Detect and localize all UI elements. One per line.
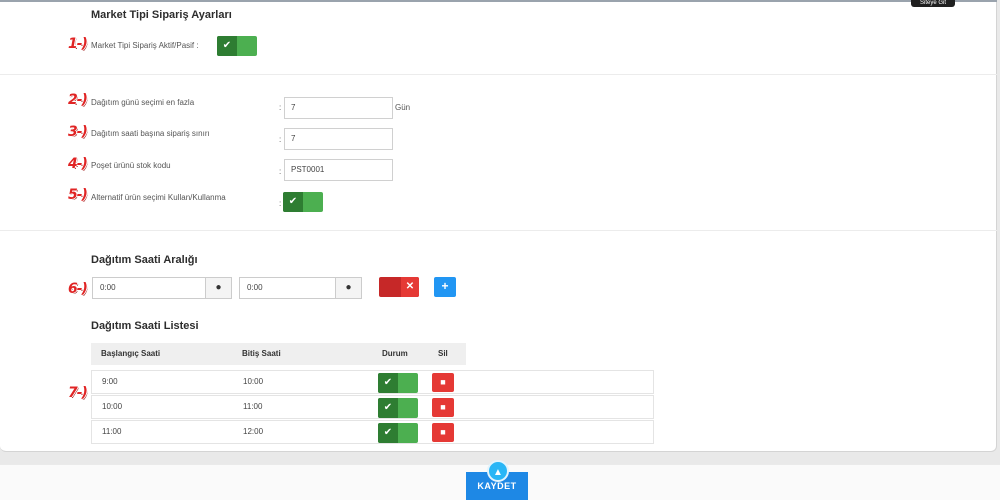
list-title: Dağıtım Saati Listesi [91, 320, 199, 332]
trash-icon: ■ [440, 377, 446, 387]
marker-7: 7-) [68, 385, 88, 401]
add-range-button[interactable]: + [434, 277, 456, 297]
table-row: 10:00 11:00 ✔ ■ [91, 395, 654, 419]
end-time-value: 0:00 [247, 283, 263, 292]
alt-product-label: Alternatif ürün seçimi Kullan/Kullanma [91, 193, 226, 202]
table-row: 11:00 12:00 ✔ ■ [91, 420, 654, 444]
marker-1: 1-) [68, 36, 88, 52]
check-icon: ✔ [378, 373, 398, 393]
colon: : [279, 167, 282, 176]
start-time-value: 0:00 [100, 283, 116, 292]
end-time-cell: 12:00 [243, 427, 264, 436]
check-icon: ✔ [378, 423, 398, 443]
divider [0, 230, 997, 231]
check-icon: ✔ [378, 398, 398, 418]
end-time-cell: 11:00 [243, 402, 263, 411]
start-time-cell: 10:00 [102, 402, 123, 411]
marker-2: 2-) [68, 92, 88, 108]
site-link-tooltip: Siteye Git [911, 0, 955, 7]
clock-icon[interactable]: ● [205, 278, 231, 298]
check-icon: ✔ [217, 36, 237, 56]
chevron-up-icon: ▲ [493, 467, 503, 478]
column-delete: Sil [438, 349, 448, 358]
trash-icon: ■ [440, 402, 446, 412]
column-end: Bitiş Saati [242, 349, 281, 358]
day-unit-label: Gün [395, 103, 411, 112]
order-limit-input[interactable]: 7 [284, 128, 393, 150]
row-status-toggle[interactable]: ✔ [378, 423, 418, 443]
column-start: Başlangıç Saati [101, 349, 161, 358]
close-icon: ✕ [401, 277, 419, 297]
divider [0, 74, 997, 75]
start-time-input[interactable]: 0:00 ● [92, 277, 232, 299]
table-header: Başlangıç Saati Bitiş Saati Durum Sil [91, 343, 466, 365]
clock-icon[interactable]: ● [335, 278, 361, 298]
market-active-toggle[interactable]: ✔ [217, 36, 257, 56]
range-title: Dağıtım Saati Aralığı [91, 254, 198, 266]
end-time-cell: 10:00 [243, 377, 264, 386]
marker-4: 4-) [68, 156, 88, 172]
end-time-input[interactable]: 0:00 ● [239, 277, 362, 299]
marker-5: 5-) [68, 187, 88, 203]
colon: : [279, 199, 282, 208]
market-settings-title: Market Tipi Sipariş Ayarları [91, 9, 232, 21]
row-status-toggle[interactable]: ✔ [378, 398, 418, 418]
delete-row-button[interactable]: ■ [432, 373, 454, 392]
trash-icon: ■ [440, 427, 446, 437]
bag-stock-code-input[interactable]: PST0001 [284, 159, 393, 181]
table-row: 9:00 10:00 ✔ ■ [91, 370, 654, 394]
card-top-border [0, 0, 997, 2]
scroll-top-button[interactable]: ▲ [487, 460, 509, 482]
remove-range-button[interactable]: ✕ [379, 277, 419, 297]
delete-row-button[interactable]: ■ [432, 423, 454, 442]
market-active-label: Market Tipi Sipariş Aktif/Pasif : [91, 41, 199, 50]
start-time-cell: 11:00 [102, 427, 122, 436]
colon: : [279, 103, 282, 112]
colon: : [279, 135, 282, 144]
start-time-cell: 9:00 [102, 377, 118, 386]
max-day-label: Dağıtım günü seçimi en fazla [91, 98, 195, 107]
alt-product-toggle[interactable]: ✔ [283, 192, 323, 212]
marker-3: 3-) [68, 124, 88, 140]
order-limit-label: Dağıtım saati başına sipariş sınırı [91, 129, 210, 138]
check-icon: ✔ [283, 192, 303, 212]
delete-row-button[interactable]: ■ [432, 398, 454, 417]
max-day-input[interactable]: 7 [284, 97, 393, 119]
row-status-toggle[interactable]: ✔ [378, 373, 418, 393]
column-status: Durum [382, 349, 408, 358]
bag-stock-code-label: Poşet ürünü stok kodu [91, 161, 171, 170]
marker-6: 6-) [68, 281, 88, 297]
